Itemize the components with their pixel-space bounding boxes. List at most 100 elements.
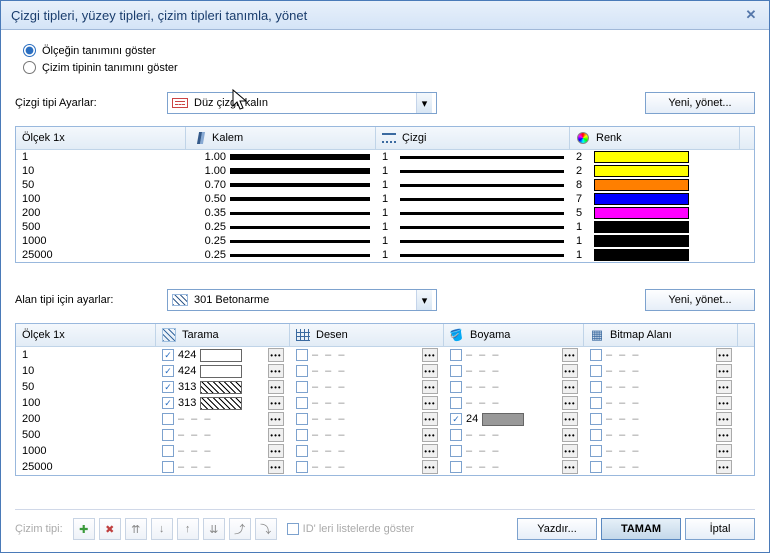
show-ids-checkbox[interactable] <box>287 523 299 535</box>
th2-pattern[interactable]: Desen <box>290 324 444 346</box>
browse-button[interactable]: ••• <box>562 412 578 426</box>
areastyle-new-manage-button[interactable]: Yeni, yönet... <box>645 289 755 311</box>
checkbox[interactable] <box>590 381 602 393</box>
browse-button[interactable]: ••• <box>562 364 578 378</box>
move-top-button[interactable]: ⇈ <box>125 518 147 540</box>
checkbox[interactable] <box>590 349 602 361</box>
browse-button[interactable]: ••• <box>422 380 438 394</box>
browse-button[interactable]: ••• <box>422 412 438 426</box>
chevron-down-icon[interactable]: ▾ <box>416 93 432 113</box>
checkbox[interactable] <box>450 413 462 425</box>
checkbox[interactable] <box>590 397 602 409</box>
table-row[interactable]: 250000.2511 <box>16 248 754 262</box>
browse-button[interactable]: ••• <box>562 380 578 394</box>
checkbox[interactable] <box>296 461 308 473</box>
th2-fill[interactable]: Boyama <box>444 324 584 346</box>
checkbox[interactable] <box>162 445 174 457</box>
table-row[interactable]: 5000.2511 <box>16 220 754 234</box>
browse-button[interactable]: ••• <box>268 460 284 474</box>
checkbox[interactable] <box>162 397 174 409</box>
browse-button[interactable]: ••• <box>562 444 578 458</box>
checkbox[interactable] <box>590 461 602 473</box>
browse-button[interactable]: ••• <box>268 348 284 362</box>
browse-button[interactable]: ••• <box>716 412 732 426</box>
table-row[interactable]: 2000.3515 <box>16 206 754 220</box>
browse-button[interactable]: ••• <box>562 396 578 410</box>
browse-button[interactable]: ••• <box>562 348 578 362</box>
cancel-button[interactable]: İptal <box>685 518 755 540</box>
checkbox[interactable] <box>450 429 462 441</box>
browse-button[interactable]: ••• <box>268 396 284 410</box>
browse-button[interactable]: ••• <box>716 380 732 394</box>
checkbox[interactable] <box>162 365 174 377</box>
move-up-button[interactable]: ↑ <box>177 518 199 540</box>
table-row[interactable]: 101.0012 <box>16 164 754 178</box>
browse-button[interactable]: ••• <box>422 460 438 474</box>
browse-button[interactable]: ••• <box>268 444 284 458</box>
browse-button[interactable]: ••• <box>716 396 732 410</box>
checkbox[interactable] <box>450 445 462 457</box>
move-down-button[interactable]: ↓ <box>151 518 173 540</box>
checkbox[interactable] <box>450 461 462 473</box>
table-row[interactable]: 1424•••– – –•••– – –•••– – –••• <box>16 347 754 363</box>
show-ids-option[interactable]: ID' leri listelerde göster <box>287 523 415 535</box>
checkbox[interactable] <box>296 349 308 361</box>
table-row[interactable]: 10424•••– – –•••– – –•••– – –••• <box>16 363 754 379</box>
import-button[interactable]: ⤵ <box>255 518 277 540</box>
radio-style-input[interactable] <box>23 61 36 74</box>
checkbox[interactable] <box>590 429 602 441</box>
checkbox[interactable] <box>450 365 462 377</box>
ok-button[interactable]: TAMAM <box>601 518 681 540</box>
radio-scale[interactable]: Ölçeğin tanımını göster <box>23 44 755 57</box>
checkbox[interactable] <box>590 413 602 425</box>
browse-button[interactable]: ••• <box>268 380 284 394</box>
th2-bitmap[interactable]: Bitmap Alanı <box>584 324 738 346</box>
browse-button[interactable]: ••• <box>562 460 578 474</box>
browse-button[interactable]: ••• <box>716 348 732 362</box>
checkbox[interactable] <box>450 397 462 409</box>
table-row[interactable]: 200– – –•••– – –•••24•••– – –••• <box>16 411 754 427</box>
th-line[interactable]: Çizgi <box>376 127 570 149</box>
radio-style[interactable]: Çizim tipinin tanımını göster <box>23 61 755 74</box>
table-row[interactable]: 10000.2511 <box>16 234 754 248</box>
table-row[interactable]: 11.0012 <box>16 150 754 164</box>
browse-button[interactable]: ••• <box>422 348 438 362</box>
add-button[interactable]: ✚ <box>73 518 95 540</box>
checkbox[interactable] <box>162 429 174 441</box>
checkbox[interactable] <box>296 381 308 393</box>
checkbox[interactable] <box>590 365 602 377</box>
browse-button[interactable]: ••• <box>716 364 732 378</box>
print-button[interactable]: Yazdır... <box>517 518 597 540</box>
browse-button[interactable]: ••• <box>422 364 438 378</box>
checkbox[interactable] <box>450 381 462 393</box>
browse-button[interactable]: ••• <box>422 444 438 458</box>
th2-scale[interactable]: Ölçek 1x <box>16 324 156 346</box>
table-row[interactable]: 100313•••– – –•••– – –•••– – –••• <box>16 395 754 411</box>
checkbox[interactable] <box>162 381 174 393</box>
table-row[interactable]: 1000.5017 <box>16 192 754 206</box>
checkbox[interactable] <box>162 349 174 361</box>
checkbox[interactable] <box>296 397 308 409</box>
linestyle-new-manage-button[interactable]: Yeni, yönet... <box>645 92 755 114</box>
table-row[interactable]: 1000– – –•••– – –•••– – –•••– – –••• <box>16 443 754 459</box>
browse-button[interactable]: ••• <box>422 428 438 442</box>
checkbox[interactable] <box>162 413 174 425</box>
checkbox[interactable] <box>590 445 602 457</box>
checkbox[interactable] <box>296 365 308 377</box>
areastyle-select[interactable]: 301 Betonarme ▾ <box>167 289 437 311</box>
delete-button[interactable]: ✖ <box>99 518 121 540</box>
browse-button[interactable]: ••• <box>716 428 732 442</box>
export-button[interactable]: ⤴ <box>229 518 251 540</box>
th2-hatch[interactable]: Tarama <box>156 324 290 346</box>
table-row[interactable]: 500.7018 <box>16 178 754 192</box>
checkbox[interactable] <box>296 445 308 457</box>
checkbox[interactable] <box>296 413 308 425</box>
checkbox[interactable] <box>296 429 308 441</box>
move-bottom-button[interactable]: ⇊ <box>203 518 225 540</box>
th-pen[interactable]: Kalem <box>186 127 376 149</box>
close-icon[interactable]: ✕ <box>743 7 759 23</box>
browse-button[interactable]: ••• <box>268 412 284 426</box>
linestyle-select[interactable]: Düz çizgi, kalın ▾ <box>167 92 437 114</box>
browse-button[interactable]: ••• <box>268 364 284 378</box>
radio-scale-input[interactable] <box>23 44 36 57</box>
